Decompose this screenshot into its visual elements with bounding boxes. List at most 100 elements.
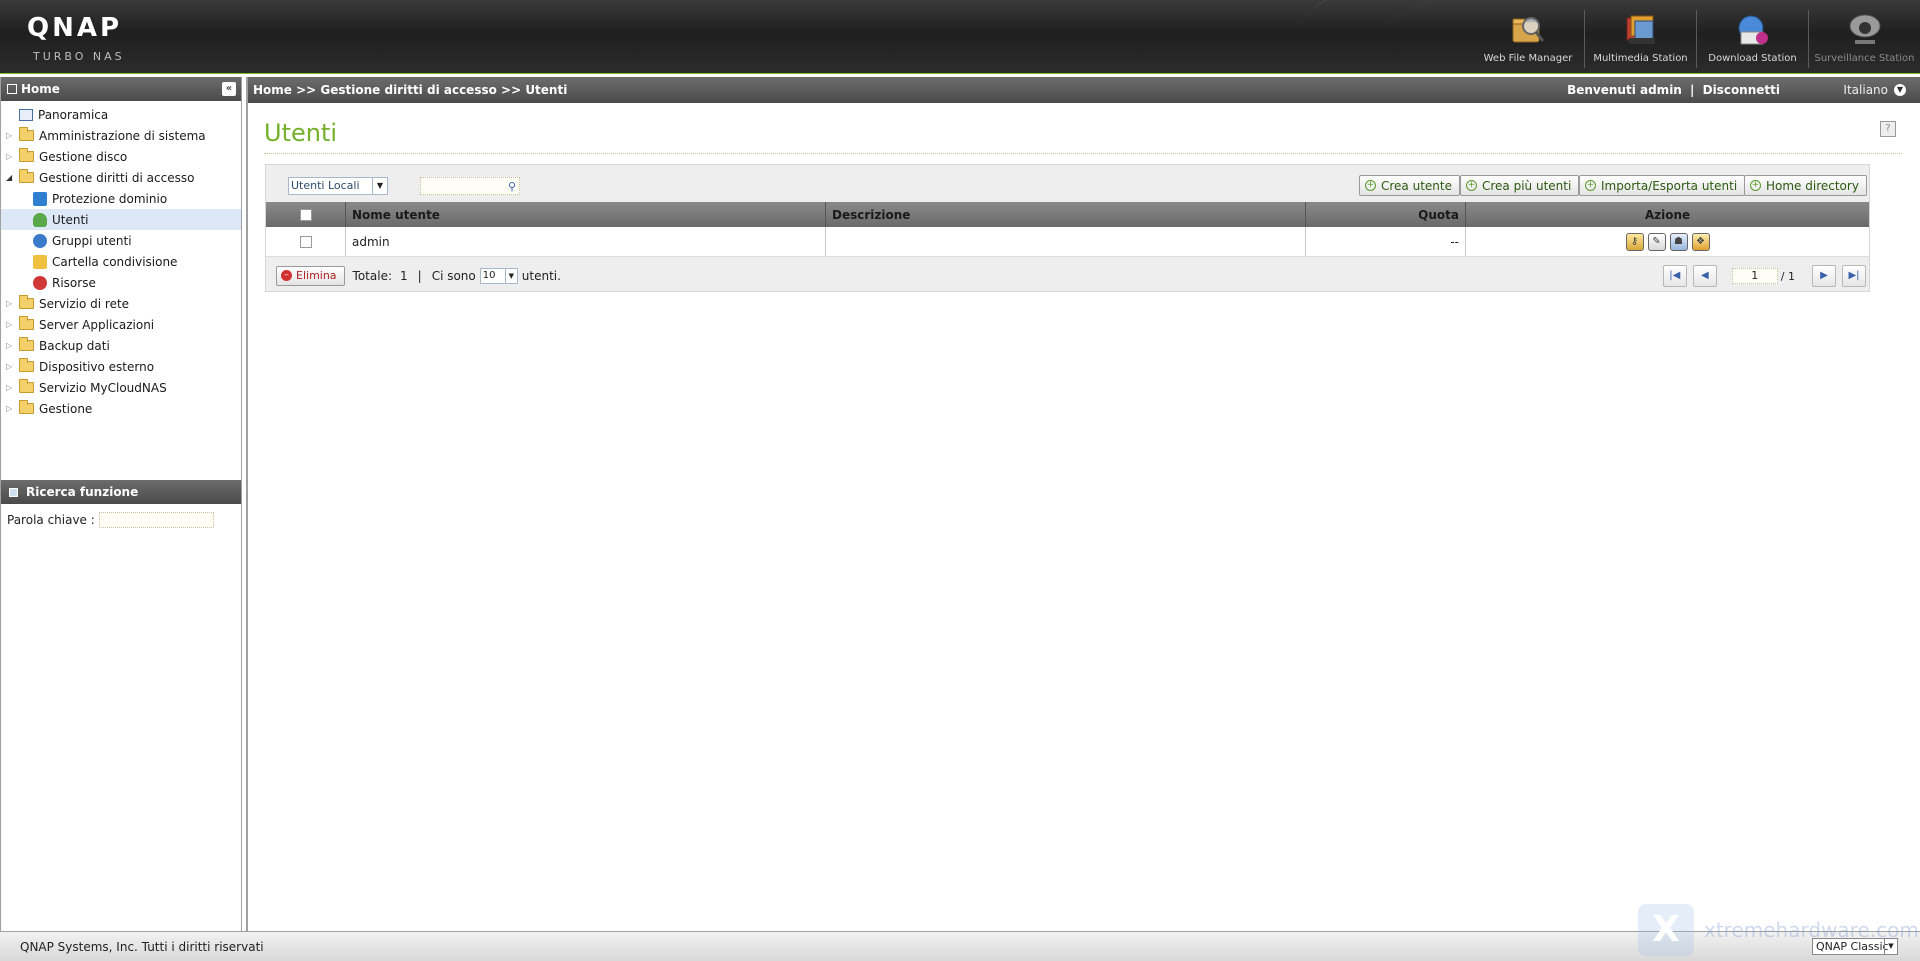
watermark: X xtremehardware.com [1638, 904, 1919, 956]
total-value: 1 [400, 268, 408, 283]
expand-arrow-icon[interactable]: ▷ [6, 152, 16, 161]
app-multimedia-station[interactable]: Multimedia Station [1584, 10, 1696, 68]
app-download-station[interactable]: Download Station [1696, 10, 1808, 68]
welcome-area: Benvenuti admin | Disconnetti [1567, 83, 1780, 97]
button-label: Elimina [296, 269, 337, 282]
user-group-icon [33, 233, 47, 248]
header-accent-line [0, 73, 1920, 74]
nav-gestione-disco[interactable]: ▷ Gestione disco [1, 146, 241, 167]
folder-icon [19, 400, 34, 414]
app-surveillance-station[interactable]: Surveillance Station [1808, 10, 1920, 68]
column-header-description[interactable]: Descrizione [826, 202, 1306, 227]
turbo-nas-label: TURBO NAS [33, 50, 125, 63]
expand-arrow-icon[interactable]: ▷ [6, 362, 16, 371]
language-dropdown-icon[interactable]: ▼ [1894, 84, 1906, 96]
button-label: Importa/Esporta utenti [1601, 178, 1738, 193]
change-password-icon[interactable]: ⚷ [1625, 232, 1644, 251]
welcome-separator: | [1690, 83, 1695, 97]
app-label: Web File Manager [1483, 53, 1573, 64]
nav-server-applicazioni[interactable]: ▷ Server Applicazioni [1, 314, 241, 335]
edit-share-permission-icon[interactable]: ❖ [1691, 232, 1710, 251]
expand-arrow-icon[interactable]: ▷ [6, 341, 16, 350]
app-label: Surveillance Station [1814, 53, 1915, 64]
table-row[interactable]: admin -- ⚷ ✎ ☗ ❖ [266, 227, 1869, 257]
user-icon [33, 212, 47, 227]
folder-icon [19, 295, 34, 309]
title-divider [264, 153, 1902, 154]
create-user-button[interactable]: + Crea utente [1359, 175, 1460, 196]
nav-gestione[interactable]: ▷ Gestione [1, 398, 241, 419]
edit-user-group-icon[interactable]: ☗ [1669, 232, 1688, 251]
next-page-icon[interactable]: ▶ [1812, 265, 1836, 287]
nav-gruppi-utenti[interactable]: Gruppi utenti [1, 230, 241, 251]
share-folder-icon [33, 254, 47, 269]
keyword-input[interactable] [98, 512, 214, 528]
expand-arrow-icon[interactable]: ▷ [6, 320, 16, 329]
expand-arrow-icon[interactable]: ▷ [6, 299, 16, 308]
home-directory-button[interactable]: + Home directory [1744, 175, 1867, 196]
column-header-quota[interactable]: Quota [1306, 202, 1466, 227]
user-search-input[interactable]: ⚲ [420, 177, 520, 195]
app-web-file-manager[interactable]: Web File Manager [1472, 10, 1584, 68]
page-number-input[interactable]: 1 [1731, 268, 1778, 284]
function-search-body: Parola chiave : [1, 504, 241, 536]
delete-button[interactable]: – Elimina [276, 265, 345, 286]
quota-icon [33, 275, 47, 290]
chevron-down-icon[interactable]: ▼ [504, 268, 517, 283]
breadcrumb: Home >> Gestione diritti di accesso >> U… [253, 83, 568, 97]
nav-servizio-rete[interactable]: ▷ Servizio di rete [1, 293, 241, 314]
page-title: Utenti [264, 119, 338, 147]
edit-profile-icon[interactable]: ✎ [1647, 232, 1666, 251]
main-content: Home >> Gestione diritti di accesso >> U… [246, 77, 1920, 931]
nav-panoramica[interactable]: Panoramica [1, 104, 241, 125]
search-icon[interactable]: ⚲ [508, 180, 516, 193]
collapse-sidebar-icon[interactable]: « [222, 82, 236, 96]
expand-arrow-icon[interactable]: ▷ [6, 404, 16, 413]
nav-gestione-diritti-accesso[interactable]: ◢ Gestione diritti di accesso [1, 167, 241, 188]
nav-label: Gestione disco [39, 149, 128, 164]
nav-dispositivo-esterno[interactable]: ▷ Dispositivo esterno [1, 356, 241, 377]
add-icon: + [1466, 180, 1477, 191]
web-file-manager-icon [1512, 17, 1545, 43]
nav-backup-dati[interactable]: ▷ Backup dati [1, 335, 241, 356]
cell-quota: -- [1306, 227, 1466, 256]
folder-icon [19, 316, 34, 330]
folder-icon [19, 148, 34, 162]
import-export-users-button[interactable]: + Importa/Esporta utenti [1579, 175, 1746, 196]
nav-label: Risorse [52, 275, 96, 290]
nav-utenti[interactable]: Utenti [1, 209, 241, 230]
watermark-logo-icon: X [1638, 904, 1694, 956]
chevron-down-icon[interactable]: ▼ [372, 178, 387, 194]
column-header-name[interactable]: Nome utente [346, 202, 826, 227]
nav-servizio-mycloudnas[interactable]: ▷ Servizio MyCloudNAS [1, 377, 241, 398]
first-page-icon[interactable]: |◀ [1662, 265, 1687, 287]
expand-arrow-icon[interactable]: ▷ [6, 131, 16, 140]
logout-link[interactable]: Disconnetti [1703, 83, 1780, 97]
nav-risorse[interactable]: Risorse [1, 272, 241, 293]
add-icon: + [1585, 180, 1596, 191]
collapse-arrow-icon[interactable]: ◢ [6, 173, 16, 182]
nav-protezione-dominio[interactable]: Protezione dominio [1, 188, 241, 209]
language-select[interactable]: Italiano [1843, 83, 1888, 97]
user-type-select[interactable]: Utenti Locali ▼ [288, 177, 388, 195]
nav-cartella-condivisione[interactable]: Cartella condivisione [1, 251, 241, 272]
app-launcher: Web File Manager Multimedia Station Down… [1472, 10, 1920, 68]
create-multiple-users-button[interactable]: + Crea più utenti [1460, 175, 1580, 196]
row-checkbox[interactable] [299, 235, 312, 248]
cell-actions: ⚷ ✎ ☗ ❖ [1466, 227, 1869, 256]
welcome-text: Benvenuti admin [1567, 83, 1682, 97]
function-search-title: Ricerca funzione [26, 485, 139, 499]
users-table: Nome utente Descrizione Quota Azione adm… [266, 202, 1869, 257]
last-page-icon[interactable]: ▶| [1842, 265, 1866, 287]
column-header-action: Azione [1644, 207, 1691, 222]
users-panel: Utenti Locali ▼ ⚲ + Crea utente + Crea p… [265, 164, 1870, 292]
help-icon[interactable]: ? [1880, 121, 1896, 137]
expand-arrow-icon[interactable]: ▷ [6, 383, 16, 392]
nav-label: Gestione [39, 401, 93, 416]
per-page-select[interactable]: 10 ▼ [479, 267, 518, 284]
select-all-checkbox[interactable] [299, 208, 312, 221]
nav-amministrazione-sistema[interactable]: ▷ Amministrazione di sistema [1, 125, 241, 146]
app-label: Multimedia Station [1593, 53, 1688, 64]
watermark-text: xtremehardware.com [1704, 918, 1919, 942]
previous-page-icon[interactable]: ◀ [1692, 265, 1717, 287]
